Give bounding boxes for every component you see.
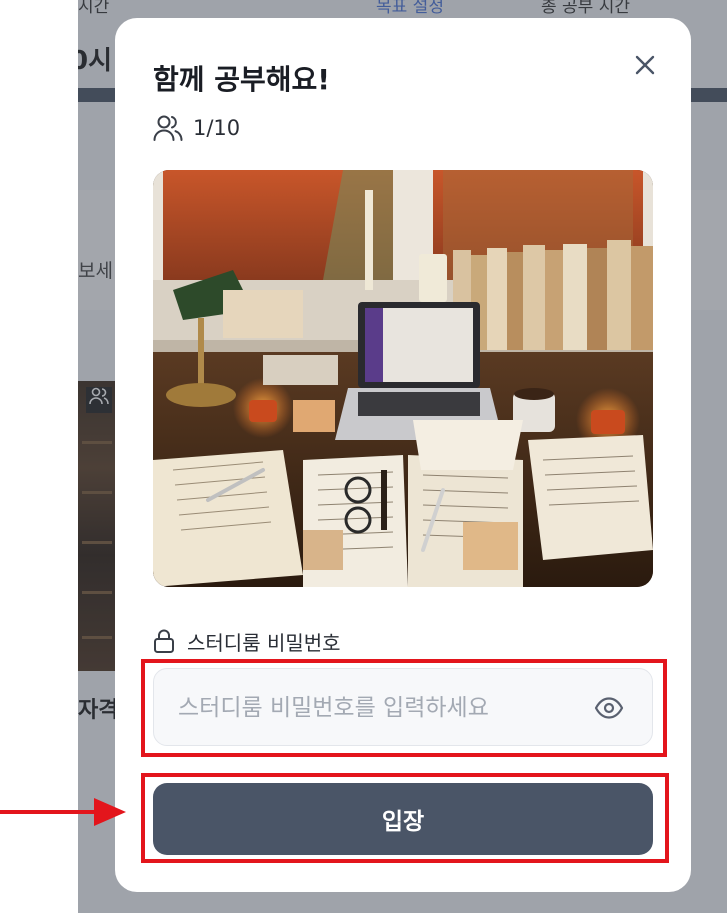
modal-title: 함께 공부해요! [153, 63, 331, 96]
lock-icon [154, 629, 174, 653]
close-button[interactable] [628, 48, 662, 82]
password-input-highlight [141, 659, 667, 757]
study-room-join-modal: 함께 공부해요! 1/10 스터디룸 비밀번호 입장 [115, 18, 691, 892]
password-label-text: 스터디룸 비밀번호 [187, 630, 341, 655]
study-room-image [153, 170, 653, 587]
password-label: 스터디룸 비밀번호 [153, 628, 341, 655]
member-count-text: 1/10 [193, 116, 241, 140]
member-count: 1/10 [153, 114, 240, 142]
pointer-arrow-icon [0, 798, 126, 826]
close-icon [635, 55, 655, 75]
enter-button-highlight [141, 773, 669, 863]
users-icon [153, 115, 183, 141]
